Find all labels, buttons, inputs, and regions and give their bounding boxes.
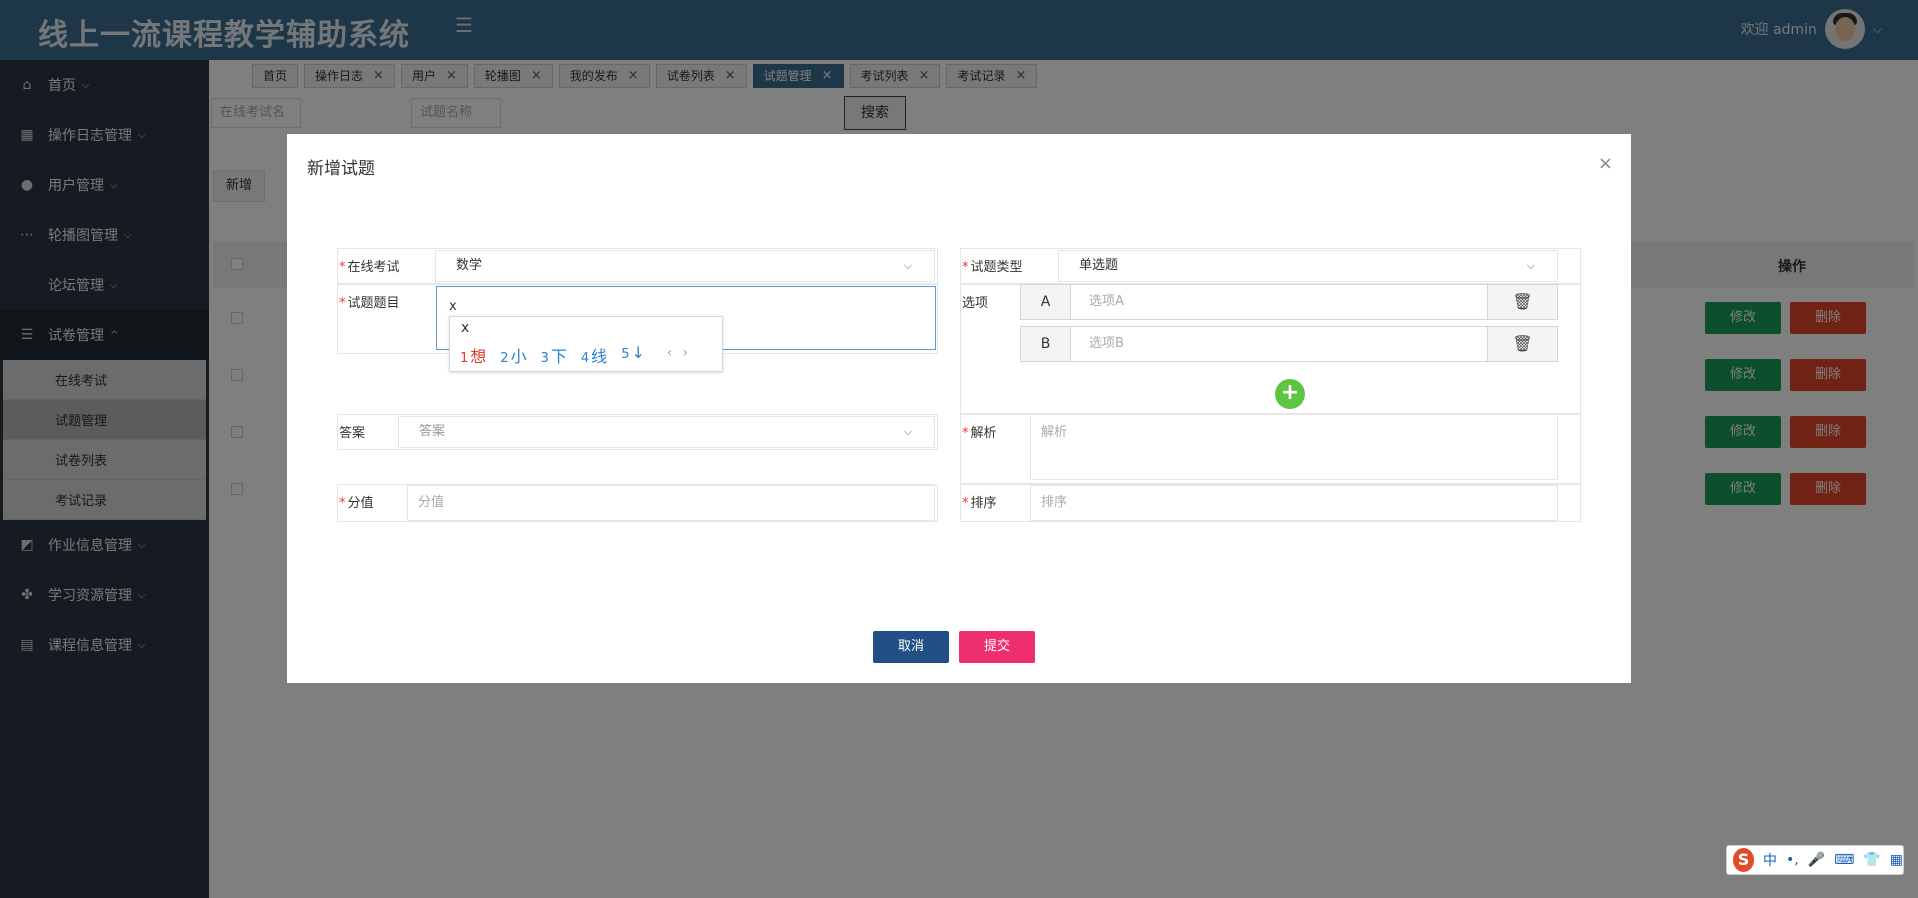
answer-placeholder: 答案 xyxy=(419,424,446,439)
ime-candidate-list: 1想 2小 3下 4线 5 ↓ xyxy=(460,343,645,367)
trash-icon[interactable]: 🗑 xyxy=(1487,285,1557,319)
question-text: x xyxy=(449,299,457,314)
sogou-logo-icon[interactable]: S xyxy=(1733,848,1754,872)
type-select-value: 单选题 xyxy=(1079,258,1119,273)
trash-icon[interactable]: 🗑 xyxy=(1487,327,1557,361)
skin-icon[interactable]: 👕 xyxy=(1863,852,1880,868)
option-b-row: B 选项B 🗑 xyxy=(1020,326,1558,362)
score-input[interactable]: 分值 xyxy=(407,485,935,521)
ime-candidate[interactable]: 4线 xyxy=(581,343,607,367)
ime-toolbar: S 中 •, 🎤 ⌨ 👕 ▦ xyxy=(1726,845,1904,875)
exam-label: * 在线考试 xyxy=(339,260,400,275)
chevron-down-icon: ⌵ xyxy=(903,259,912,272)
option-a-key: A xyxy=(1021,285,1071,319)
add-question-dialog: 新增试题 × * 在线考试 数学 ⌵ * 试题类型 单选题 ⌵ * 试题题目 x x 1想… xyxy=(287,134,1631,683)
toolbox-icon[interactable]: ▦ xyxy=(1890,852,1903,868)
cancel-button[interactable]: 取消 xyxy=(873,631,949,663)
microphone-icon[interactable]: 🎤 xyxy=(1808,852,1825,868)
ime-candidate[interactable]: 2小 xyxy=(500,343,526,367)
ime-mode-toggle[interactable]: 中 xyxy=(1763,850,1777,870)
ime-page-arrows[interactable]: ‹› xyxy=(667,345,698,361)
analysis-textarea[interactable]: 解析 xyxy=(1030,414,1558,480)
ime-candidate[interactable]: 1想 xyxy=(460,343,486,367)
option-b-key: B xyxy=(1021,327,1071,361)
type-select[interactable]: 单选题 ⌵ xyxy=(1058,250,1558,282)
ime-typed-text: x xyxy=(461,320,470,336)
ime-candidate[interactable]: 5 ↓ xyxy=(621,343,645,367)
score-label: * 分值 xyxy=(339,496,374,511)
punctuation-icon[interactable]: •, xyxy=(1786,852,1799,868)
ime-candidate-popup: x 1想 2小 3下 4线 5 ↓ ‹› xyxy=(449,316,723,372)
keyboard-icon[interactable]: ⌨ xyxy=(1834,852,1854,868)
submit-button[interactable]: 提交 xyxy=(959,631,1035,663)
option-b-input[interactable]: 选项B xyxy=(1071,327,1487,361)
sort-label: * 排序 xyxy=(962,496,997,511)
answer-label: 答案 xyxy=(339,426,366,441)
exam-select-value: 数学 xyxy=(456,258,483,273)
type-label: * 试题类型 xyxy=(962,260,1023,275)
sort-input[interactable]: 排序 xyxy=(1030,485,1558,521)
option-a-row: A 选项A 🗑 xyxy=(1020,284,1558,320)
question-label: * 试题题目 xyxy=(339,296,400,311)
dialog-title: 新增试题 xyxy=(307,159,375,179)
add-option-icon[interactable]: + xyxy=(1275,379,1305,409)
chevron-down-icon: ⌵ xyxy=(903,425,912,438)
ime-candidate[interactable]: 3下 xyxy=(541,343,567,367)
option-a-input[interactable]: 选项A xyxy=(1071,285,1487,319)
chevron-down-icon: ⌵ xyxy=(1526,259,1535,272)
answer-select[interactable]: 答案 ⌵ xyxy=(398,416,935,448)
exam-select[interactable]: 数学 ⌵ xyxy=(435,250,935,282)
close-icon[interactable]: × xyxy=(1598,155,1613,173)
options-label: 选项 xyxy=(962,296,989,311)
analysis-label: * 解析 xyxy=(962,426,997,441)
